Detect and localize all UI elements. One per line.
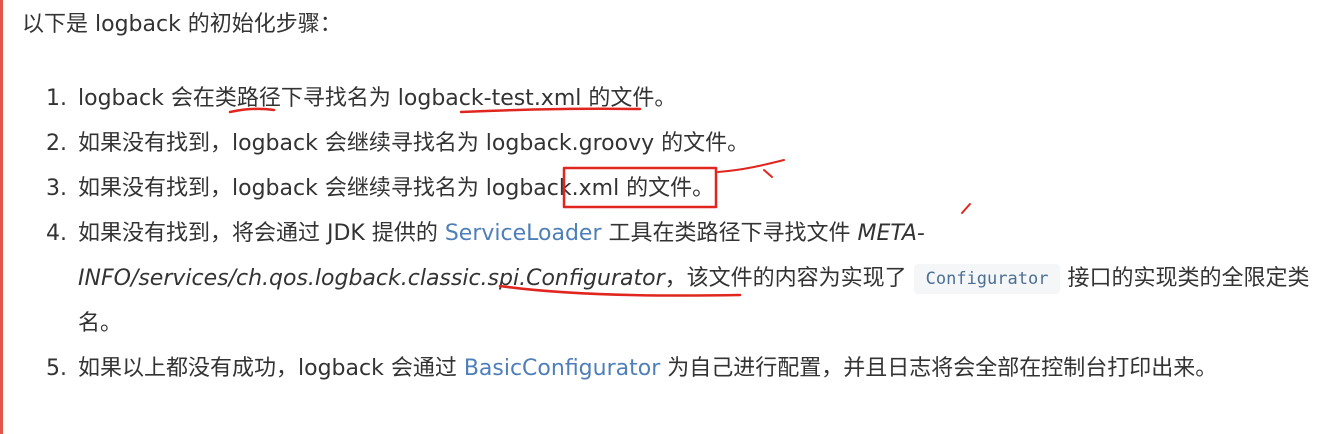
steps-list: 1. logback 会在类路径下寻找名为 logback-test.xml 的文… — [22, 76, 1312, 391]
list-item: 4. 如果没有找到，将会通过 JDK 提供的 ServiceLoader 工具在类… — [22, 211, 1312, 346]
step-text: 如果没有找到，logback 会继续寻找名为 logback.groovy 的文… — [78, 131, 750, 156]
step-text: 如果以上都没有成功，logback 会通过 — [78, 356, 464, 381]
list-number: 3. — [46, 176, 67, 201]
step-text: 如果没有找到，将会通过 JDK 提供的 — [78, 221, 445, 246]
left-accent-bar — [0, 0, 3, 434]
list-item: 5. 如果以上都没有成功，logback 会通过 BasicConfigurato… — [22, 346, 1312, 391]
step-text: ，该文件的内容为实现了 — [664, 266, 914, 291]
serviceloader-link[interactable]: ServiceLoader — [445, 221, 602, 246]
list-number: 5. — [46, 356, 67, 381]
step-text: logback 会在类路径下寻找名为 logback-test.xml 的文件。 — [78, 86, 677, 111]
list-number: 4. — [46, 221, 67, 246]
list-item: 2. 如果没有找到，logback 会继续寻找名为 logback.groovy … — [22, 121, 1312, 166]
basicconfigurator-link[interactable]: BasicConfigurator — [464, 356, 660, 381]
inline-code: Configurator — [913, 264, 1061, 294]
step-text: 工具在类路径下寻找文件 — [601, 221, 858, 246]
list-item: 1. logback 会在类路径下寻找名为 logback-test.xml 的文… — [22, 76, 1312, 121]
list-item: 3. 如果没有找到，logback 会继续寻找名为 logback.xml 的文件… — [22, 166, 1312, 211]
list-number: 2. — [46, 131, 67, 156]
step-text: 为自己进行配置，并且日志将会全部在控制台打印出来。 — [660, 356, 1218, 381]
intro-text: 以下是 logback 的初始化步骤： — [22, 12, 342, 37]
step-text: 如果没有找到，logback 会继续寻找名为 logback.xml 的文件。 — [78, 176, 715, 201]
list-number: 1. — [46, 86, 67, 111]
